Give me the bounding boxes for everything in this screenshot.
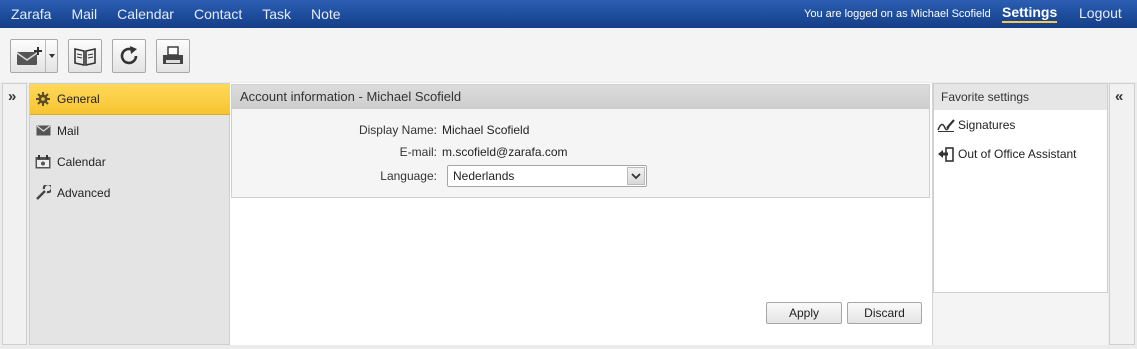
language-row: Language: — [232, 167, 442, 185]
new-mail-button[interactable] — [10, 39, 58, 73]
nav-mail[interactable]: Mail — [71, 6, 97, 22]
logged-on-text: You are logged on as Michael Scofield — [804, 8, 991, 20]
chevron-right-double-icon: » — [8, 88, 17, 105]
favorite-item-label: Out of Office Assistant — [958, 147, 1077, 161]
language-select[interactable]: Nederlands — [447, 165, 647, 187]
address-book-button[interactable] — [68, 39, 102, 73]
nav-zarafa[interactable]: Zarafa — [11, 6, 51, 22]
logout-link[interactable]: Logout — [1079, 5, 1122, 21]
settings-sidebar: General Mail Calendar Advanced — [29, 83, 230, 345]
expand-left-panel[interactable]: » — [2, 83, 27, 345]
main-nav: Zarafa Mail Calendar Contact Task Note — [0, 0, 350, 28]
wrench-icon — [35, 184, 51, 201]
email-label: E-mail: — [399, 145, 437, 159]
refresh-button[interactable] — [112, 39, 146, 73]
language-select-value: Nederlands — [453, 169, 515, 183]
new-mail-dropdown[interactable] — [45, 40, 57, 72]
signature-icon — [937, 117, 955, 133]
refresh-icon — [120, 46, 138, 65]
gear-icon — [35, 91, 51, 107]
nav-contact[interactable]: Contact — [194, 6, 242, 22]
favorite-settings-box: Favorite settings Signatures Out of Offi… — [933, 83, 1108, 293]
display-name-value: Michael Scofield — [442, 123, 530, 137]
calendar-icon — [35, 154, 51, 170]
print-button[interactable] — [156, 39, 190, 73]
collapse-right-panel[interactable]: « — [1109, 83, 1135, 345]
display-name-label: Display Name: — [358, 123, 437, 137]
email-row: E-mail: m.scofield@zarafa.com — [232, 143, 568, 161]
nav-task[interactable]: Task — [262, 6, 291, 22]
account-information-panel: Account information - Michael Scofield D… — [231, 84, 930, 198]
account-header: Account information - Michael Scofield — [232, 85, 929, 109]
sidebar-item-label: General — [57, 92, 100, 106]
discard-button[interactable]: Discard — [847, 302, 922, 324]
top-navigation-bar: Zarafa Mail Calendar Contact Task Note Y… — [0, 0, 1137, 28]
favorite-item-out-of-office[interactable]: Out of Office Assistant — [937, 146, 1077, 162]
language-label: Language: — [380, 169, 437, 183]
favorite-settings-panel: Favorite settings Signatures Out of Offi… — [932, 83, 1108, 345]
sidebar-item-mail[interactable]: Mail — [30, 115, 230, 146]
sidebar-item-calendar[interactable]: Calendar — [30, 146, 230, 177]
favorite-item-signatures[interactable]: Signatures — [937, 117, 1015, 133]
chevron-left-double-icon: « — [1115, 88, 1124, 105]
out-of-office-icon — [937, 146, 955, 162]
nav-note[interactable]: Note — [311, 6, 341, 22]
favorite-settings-header: Favorite settings — [934, 84, 1107, 110]
chevron-down-icon[interactable] — [627, 167, 645, 185]
nav-calendar[interactable]: Calendar — [117, 6, 174, 22]
email-value: m.scofield@zarafa.com — [442, 145, 568, 159]
toolbar — [0, 28, 1137, 82]
sidebar-item-label: Mail — [57, 123, 80, 138]
sidebar-item-label: Calendar — [57, 154, 106, 169]
sidebar-item-advanced[interactable]: Advanced — [30, 177, 230, 208]
new-mail-icon — [16, 47, 42, 70]
apply-button[interactable]: Apply — [766, 302, 842, 324]
nav-settings[interactable]: Settings — [1002, 4, 1058, 23]
display-name-row: Display Name: Michael Scofield — [232, 121, 529, 139]
chevron-down-icon — [48, 54, 55, 58]
sidebar-item-label: Advanced — [57, 185, 111, 200]
settings-main: Account information - Michael Scofield D… — [230, 83, 932, 345]
mail-icon — [35, 123, 51, 139]
print-icon — [163, 46, 183, 64]
address-book-icon — [74, 48, 96, 66]
favorite-item-label: Signatures — [958, 118, 1016, 132]
sidebar-item-general[interactable]: General — [30, 84, 230, 115]
